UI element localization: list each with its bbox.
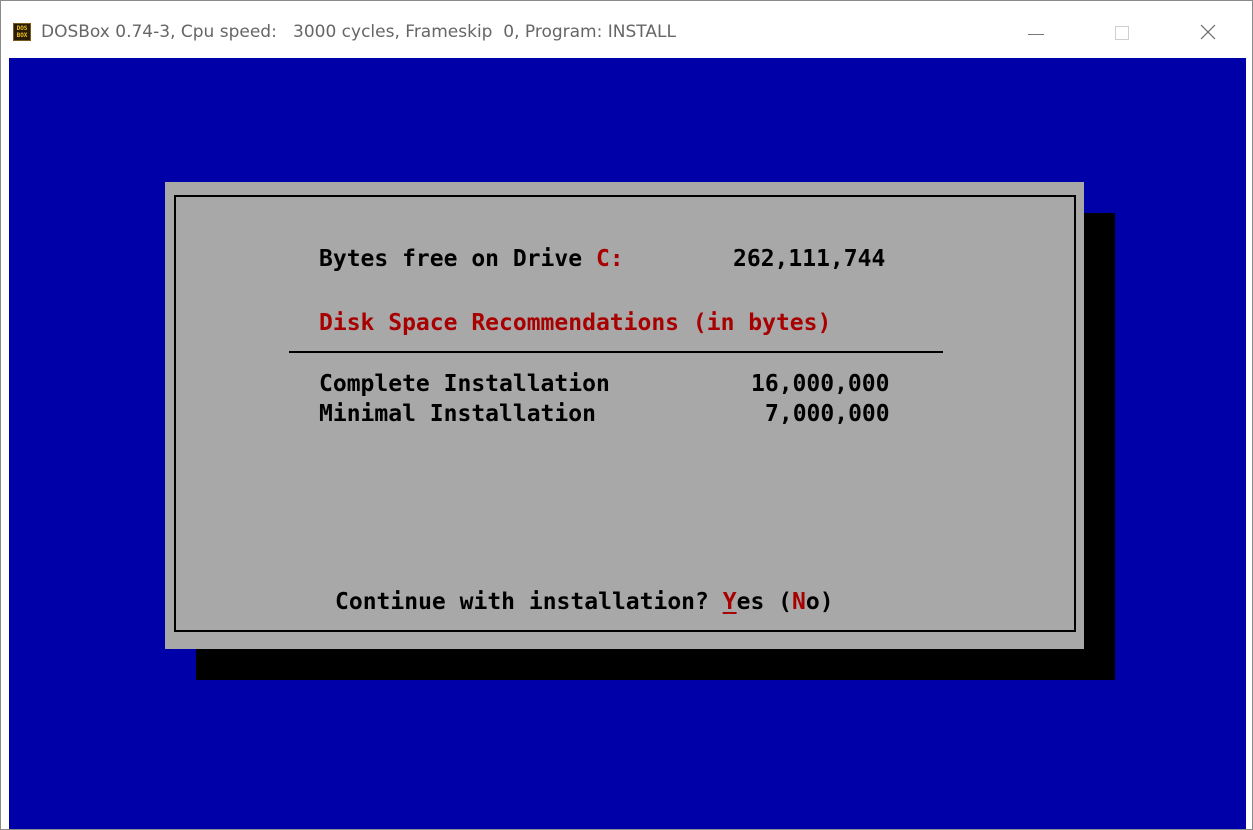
continue-prompt: Continue with installation? xyxy=(335,589,723,615)
yes-option[interactable]: Yes xyxy=(723,589,765,615)
yes-rest: es xyxy=(736,589,765,615)
bytes-free-line: Bytes free on Drive C: xyxy=(319,245,624,273)
no-open-paren: ( xyxy=(778,589,793,615)
no-option[interactable]: (No) xyxy=(778,589,833,615)
no-rest: o) xyxy=(805,589,834,615)
dosbox-window: DOS BOX DOSBox 0.74-3, Cpu speed: 3000 c… xyxy=(0,0,1253,830)
no-hotkey: N xyxy=(792,589,806,615)
complete-installation-value: 16,000,000 xyxy=(751,371,890,397)
window-title: DOSBox 0.74-3, Cpu speed: 3000 cycles, F… xyxy=(41,22,676,42)
heading-divider xyxy=(289,351,943,353)
yes-hotkey: Y xyxy=(722,589,737,615)
title-bar[interactable]: DOS BOX DOSBox 0.74-3, Cpu speed: 3000 c… xyxy=(1,1,1252,58)
minimize-button[interactable] xyxy=(1013,15,1059,49)
close-button[interactable] xyxy=(1185,15,1231,49)
dialog-border xyxy=(174,195,1076,632)
dos-screen[interactable]: Bytes free on Drive C: 262,111,744 Disk … xyxy=(9,58,1246,829)
close-icon xyxy=(1200,24,1216,40)
minimal-installation-label: Minimal Installation xyxy=(319,401,596,427)
continue-prompt-line: Continue with installation? Yes (No) xyxy=(335,588,834,616)
app-icon-text-bottom: BOX xyxy=(16,32,28,39)
complete-installation-label: Complete Installation xyxy=(319,371,610,397)
recommendations-heading: Disk Space Recommendations (in bytes) xyxy=(319,310,832,336)
app-icon-text-top: DOS xyxy=(16,25,28,32)
dosbox-app-icon[interactable]: DOS BOX xyxy=(13,23,31,41)
bytes-free-value: 262,111,744 xyxy=(733,246,886,272)
drive-letter: C: xyxy=(595,246,624,272)
maximize-button[interactable] xyxy=(1099,15,1145,49)
install-dialog: Bytes free on Drive C: 262,111,744 Disk … xyxy=(165,182,1084,649)
minimal-installation-value: 7,000,000 xyxy=(765,401,890,427)
bytes-free-label: Bytes free on Drive xyxy=(319,246,596,272)
